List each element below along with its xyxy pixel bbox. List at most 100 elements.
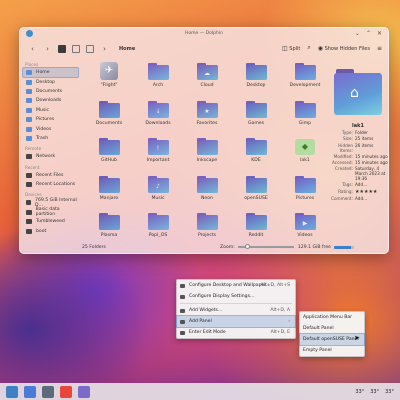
folder-emblem-icon: ! bbox=[156, 145, 160, 152]
sidebar-item-label: Network bbox=[36, 154, 56, 160]
file-item[interactable]: ✈ "Flight" bbox=[86, 61, 132, 97]
file-item-label: Projects bbox=[197, 233, 217, 238]
taskbar-app-discover[interactable] bbox=[42, 385, 54, 398]
sidebar-item-network[interactable]: Network bbox=[23, 152, 78, 161]
sidebar-item-downloads[interactable]: Downloads bbox=[23, 96, 78, 105]
sidebar-item-music[interactable]: Music bbox=[23, 106, 78, 115]
weather-temperature[interactable]: 33° bbox=[385, 389, 394, 395]
file-item[interactable]: ☁ Cloud bbox=[184, 61, 230, 97]
weather-temperature[interactable]: 33° bbox=[370, 389, 379, 395]
file-item[interactable]: Gimp bbox=[282, 99, 328, 135]
folder-icon bbox=[294, 63, 316, 80]
show-hidden-files-button[interactable]: ◉ Show Hidden Files bbox=[318, 45, 370, 52]
mouse-cursor-icon: ➤ bbox=[354, 334, 360, 342]
file-item[interactable]: ◆ lak1 bbox=[282, 136, 328, 172]
icons-view-button[interactable] bbox=[58, 45, 66, 53]
search-icon[interactable]: ⌕ bbox=[307, 44, 310, 52]
menu-item-enter-edit-mode[interactable]: Enter Edit Mode Alt+D, E bbox=[177, 327, 295, 338]
info-value: Saturday, 4 March 2023 at 19:36 bbox=[355, 166, 386, 182]
file-item[interactable]: GitHub bbox=[86, 136, 132, 172]
file-grid: ✈ "Flight" Arch ☁ Cloud Desktop Development Doc… bbox=[86, 61, 336, 253]
home-icon bbox=[26, 70, 32, 76]
file-item[interactable]: ! Important bbox=[135, 136, 181, 172]
sidebar-section-devices: Devices bbox=[25, 192, 42, 198]
taskbar-app-dolphin[interactable] bbox=[24, 385, 36, 398]
sidebar-item-recent-locations[interactable]: Recent Locations bbox=[23, 180, 78, 189]
sidebar-item-pictures[interactable]: Pictures bbox=[23, 115, 78, 124]
file-item[interactable]: Documents bbox=[86, 99, 132, 135]
zoom-slider-handle[interactable] bbox=[244, 244, 250, 250]
file-item[interactable]: Development bbox=[282, 61, 328, 97]
folder-icon: ! bbox=[147, 138, 169, 155]
sidebar-item-tumbleweed[interactable]: Tumbleweed bbox=[23, 217, 78, 226]
folder-icon bbox=[245, 100, 267, 118]
menu-item-shortcut: Alt+D, A bbox=[270, 308, 290, 313]
sidebar-section-places: Places bbox=[25, 62, 39, 67]
sidebar-item-label: Music bbox=[36, 107, 50, 113]
comment-value[interactable]: Add... bbox=[355, 196, 388, 201]
compact-view-button[interactable] bbox=[72, 45, 80, 53]
close-button[interactable]: ✕ bbox=[377, 28, 382, 39]
file-item[interactable]: Neon bbox=[184, 174, 230, 210]
file-item[interactable]: Inkscape bbox=[184, 136, 230, 172]
file-item[interactable]: Games bbox=[233, 99, 279, 135]
taskbar-app-launcher[interactable] bbox=[6, 385, 18, 398]
submenu-item-application-menu-bar[interactable]: Application Menu Bar bbox=[300, 312, 364, 323]
rating-stars[interactable]: ★★★★★ bbox=[355, 189, 388, 195]
sidebar-item-documents[interactable]: Documents bbox=[23, 87, 78, 96]
file-item[interactable]: Pictures bbox=[282, 174, 328, 210]
system-tray: 33° 33° 33° bbox=[355, 383, 394, 400]
display-icon bbox=[180, 294, 185, 299]
menu-item-add-panel[interactable]: Add Panel › bbox=[176, 315, 296, 328]
sidebar-item-videos[interactable]: Videos bbox=[23, 124, 78, 133]
maximize-button[interactable]: ⌃ bbox=[366, 28, 371, 39]
music-icon bbox=[26, 107, 32, 113]
sidebar-item-home[interactable]: Home bbox=[22, 66, 79, 79]
breadcrumb[interactable]: Home bbox=[119, 46, 135, 52]
file-item[interactable]: Arch bbox=[135, 61, 181, 97]
documents-icon bbox=[26, 88, 32, 94]
taskbar-app-settings[interactable] bbox=[78, 385, 90, 398]
back-button[interactable]: ‹ bbox=[28, 45, 37, 53]
titlebar[interactable]: Home — Dolphin ⌄ ⌃ ✕ bbox=[20, 28, 388, 39]
submenu-item-default-panel[interactable]: Default Panel bbox=[300, 323, 364, 334]
file-item-label: Videos bbox=[297, 233, 313, 238]
file-item[interactable]: Desktop bbox=[233, 61, 279, 97]
file-item[interactable]: ♪ Music bbox=[135, 174, 181, 210]
file-item[interactable]: Manjaro bbox=[86, 174, 132, 210]
sidebar-item-recent-files[interactable]: Recent Files bbox=[23, 171, 78, 180]
details-view-button[interactable] bbox=[86, 45, 94, 53]
sidebar-item-trash[interactable]: Trash bbox=[23, 134, 78, 143]
folder-icon bbox=[196, 213, 218, 230]
file-item[interactable]: ↓ Downloads bbox=[135, 99, 181, 135]
zoom-label: Zoom: bbox=[220, 244, 235, 250]
menu-item-configure-display-settings[interactable]: Configure Display Settings... bbox=[177, 291, 295, 302]
menu-item-add-widgets[interactable]: Add Widgets... Alt+D, A bbox=[177, 305, 295, 316]
split-button[interactable]: ◫ Split bbox=[282, 45, 300, 52]
minimize-button[interactable]: ⌄ bbox=[355, 28, 360, 39]
sidebar-item-label: Documents bbox=[36, 88, 63, 94]
zoom-slider[interactable] bbox=[237, 244, 294, 250]
info-row: Hidden Items: 26 items bbox=[328, 143, 388, 153]
taskbar-app-store[interactable] bbox=[60, 385, 72, 398]
sidebar-item-label: Tumbleweed bbox=[36, 219, 65, 225]
network-icon bbox=[26, 154, 32, 160]
file-item[interactable]: openSUSE bbox=[233, 174, 279, 210]
info-value: 26 items bbox=[355, 142, 374, 148]
submenu-item-empty-panel[interactable]: Empty Panel bbox=[300, 345, 364, 356]
file-item[interactable]: ★ Favorites bbox=[184, 99, 230, 135]
sidebar-item-label: Pictures bbox=[36, 117, 55, 123]
info-key: Size: bbox=[342, 136, 353, 142]
sidebar-item-boot[interactable]: boot bbox=[23, 226, 78, 235]
menu-icon[interactable]: ≡ bbox=[377, 45, 382, 52]
file-item[interactable]: KDE bbox=[233, 136, 279, 172]
info-value[interactable]: Add... bbox=[355, 182, 388, 187]
edit-icon bbox=[180, 330, 185, 335]
forward-button[interactable]: › bbox=[43, 45, 52, 53]
sidebar-item-desktop[interactable]: Desktop bbox=[23, 77, 78, 86]
menu-item-shortcut: Alt+D, E bbox=[270, 330, 290, 335]
menu-item-configure-desktop-and-wallpaper[interactable]: Configure Desktop and Wallpaper... Alt+D,… bbox=[177, 280, 295, 291]
file-item-label: "Flight" bbox=[100, 83, 118, 88]
sidebar-item-basic-data-partition[interactable]: Basic data partition bbox=[23, 207, 78, 217]
weather-temperature[interactable]: 33° bbox=[355, 389, 364, 395]
